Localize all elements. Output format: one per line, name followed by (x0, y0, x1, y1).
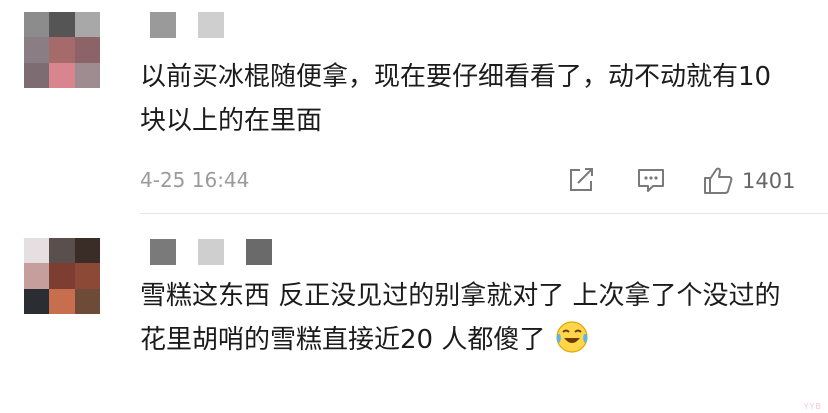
comment-meta: 4-25 16:44 1401 (140, 166, 804, 196)
comment-item: 雪糕这东西 反正没见过的别拿就对了 上次拿了个没过的花里胡哨的雪糕直接近20 人… (0, 214, 828, 413)
like-button[interactable]: 1401 (702, 166, 795, 196)
comment-text-body: 雪糕这东西 反正没见过的别拿就对了 上次拿了个没过的花里胡哨的雪糕直接近20 人… (140, 281, 781, 355)
name-pixel (198, 239, 224, 265)
avatar-pixel (74, 62, 100, 88)
avatar-pixel (24, 238, 50, 264)
avatar-pixel (74, 37, 100, 63)
avatar-pixel (49, 238, 75, 264)
avatar-pixel (74, 288, 100, 314)
avatar-pixel (24, 288, 50, 314)
comment-text: 以前买冰棍随便拿，现在要仔细看看了，动不动就有10块以上的在里面 (140, 62, 772, 136)
watermark: YYB (803, 402, 822, 411)
comment-item: 以前买冰棍随便拿，现在要仔细看看了，动不动就有10块以上的在里面 4-25 16… (0, 0, 828, 214)
name-pixel (150, 239, 176, 265)
comment-text: 雪糕这东西 反正没见过的别拿就对了 上次拿了个没过的花里胡哨的雪糕直接近20 人… (140, 274, 790, 362)
avatar-pixel (49, 12, 75, 38)
avatar-pixel (49, 62, 75, 88)
thumbs-up-icon (704, 167, 733, 194)
avatar-pixel (74, 12, 100, 38)
avatar-pixel (24, 263, 50, 289)
name-pixel (246, 239, 272, 265)
avatar-pixel (49, 263, 75, 289)
avatar-pixel (24, 37, 50, 63)
name-pixel (150, 12, 176, 38)
share-icon (570, 168, 593, 191)
reply-button[interactable] (636, 166, 666, 194)
avatar[interactable] (24, 238, 100, 314)
avatar[interactable] (24, 12, 100, 88)
name-pixel (198, 12, 224, 38)
username-redacted[interactable] (150, 12, 246, 38)
comment-icon (638, 169, 664, 192)
avatar-pixel (74, 238, 100, 264)
share-button[interactable] (567, 166, 597, 194)
crying-laughing-emoji (556, 321, 588, 353)
avatar-pixel (24, 12, 50, 38)
like-count: 1401 (742, 169, 796, 193)
avatar-pixel (49, 37, 75, 63)
avatar-pixel (49, 288, 75, 314)
username-redacted[interactable] (150, 239, 294, 265)
comment-time: 4-25 16:44 (140, 168, 250, 192)
avatar-pixel (24, 62, 50, 88)
avatar-pixel (74, 263, 100, 289)
